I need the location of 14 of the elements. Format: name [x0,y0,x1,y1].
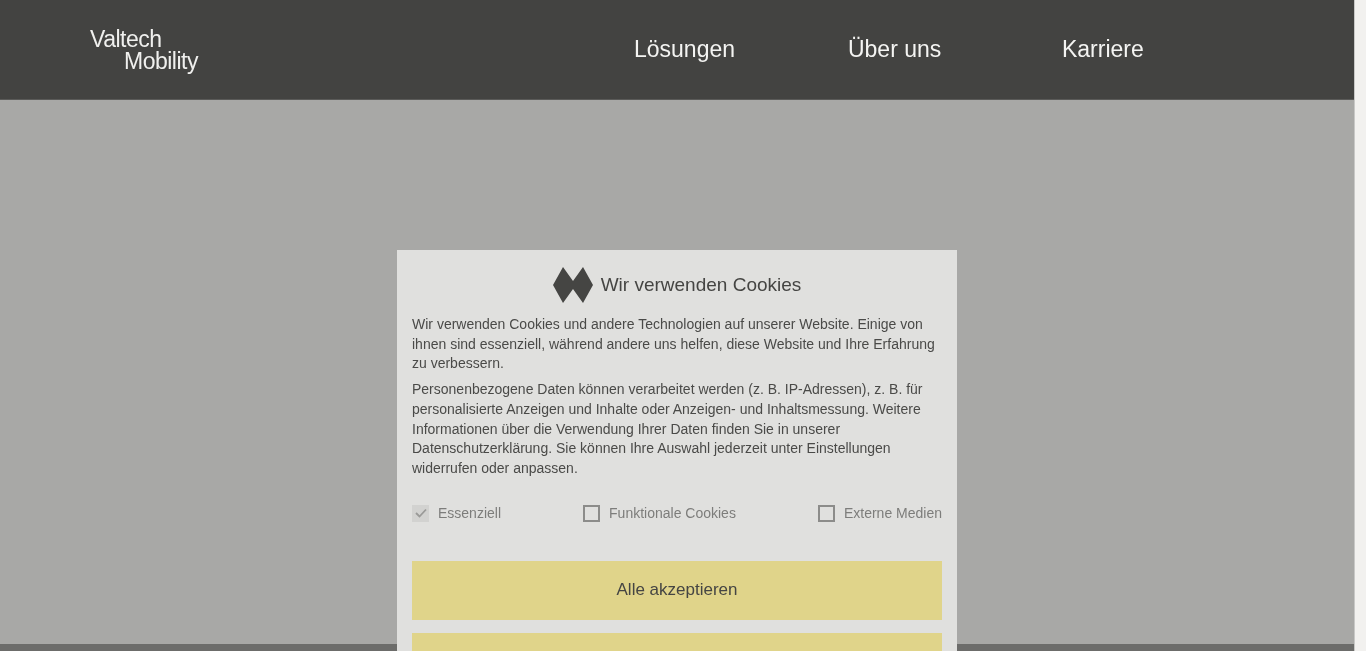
logo-icon [552,267,593,303]
checkbox-label: Funktionale Cookies [609,505,736,522]
nav-link[interactable]: Über uns [847,36,1062,63]
paragraph: Wir verwenden Cookies und andere Technologien auf unserer Website. Einige von ihnen sind essenziell, während andere uns helfen, diese Website und Ihre Erfahrung zu verbessern. [412,315,936,374]
checkbox-label: Essenziell [438,505,502,522]
nav-link[interactable]: Lösungen [633,36,848,63]
checkbox[interactable] [583,504,601,522]
logo[interactable]: Valtech Mobility [90,27,198,72]
paragraph: Personenbezogene Daten können verarbeitet werden (z. B. IP-Adressen), z. B. für personalisierte Anzeigen und Inhalte oder Anzeigen- und Inhaltsmessung. Weitere Informationen über die Verwendung Ihrer Daten finden Sie in unserer Datenschutzerklärung. Sie können Ihre Auswahl jederzeit unter Einstellungen widerrufen oder anpassen. [412,380,924,478]
dialog-title: Wir verwenden Cookies [600,274,802,296]
accept-all-button[interactable]: Alle akzeptieren [412,560,942,620]
checkbox-label: Externe Medien [843,505,942,522]
checkbox[interactable] [817,504,835,522]
nav-link[interactable]: Karriere [1061,36,1276,63]
